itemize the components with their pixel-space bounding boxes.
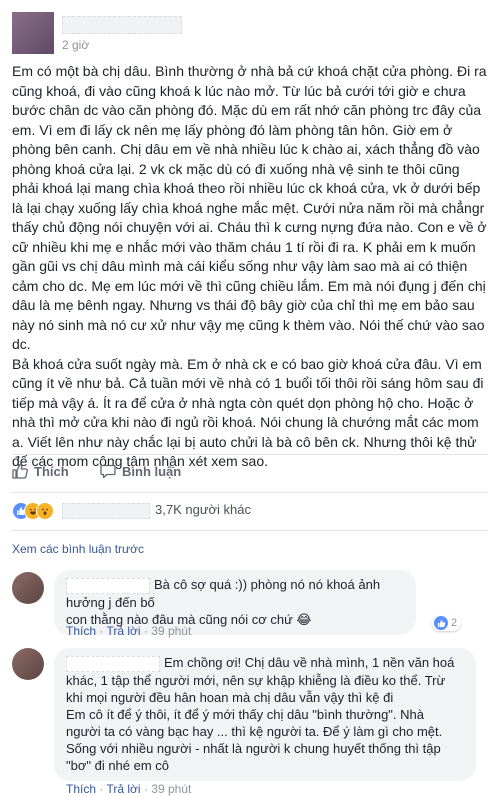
comment-line: khi mọi người đều hân hoan mà chị dâu vẫ… <box>66 689 394 705</box>
comment-timestamp[interactable]: 39 phút <box>151 782 191 796</box>
post-line: là lại chạy xuống lấy chìa khoá nghe mắc… <box>12 199 485 216</box>
comment-like-link[interactable]: Thích <box>66 782 96 796</box>
post-line: nhà thì mở cửa khi nào đi ngủ rồi khoá. … <box>12 414 479 430</box>
view-previous-comments-link[interactable]: Xem các bình luận trước <box>12 542 144 556</box>
post-line: a. Viết lên như này chắc lại bị auto chử… <box>12 433 477 450</box>
post-line: cữ nhiều khi mẹ e nhắc mới vào thăm cháu… <box>12 238 476 255</box>
divider <box>12 492 488 493</box>
comment-line: khác, 1 tập thể người mới, nên sự khập k… <box>66 672 446 688</box>
thumbs-up-icon <box>12 463 28 479</box>
comment-line: "bơ" đi nhé em cô <box>66 757 170 773</box>
post-line: này nó sinh mà nó cư xử như vậy mẹ cũng … <box>12 316 485 353</box>
comment-reply-link[interactable]: Trả lời <box>106 624 140 638</box>
comment-line: Em cô ít để ý thôi, ít để ý mới thấy chị… <box>66 706 424 722</box>
reactor-names-redacted <box>62 503 150 519</box>
comment-like-link[interactable]: Thích <box>66 624 96 638</box>
comment-line: Sống với nhiều người - nhất là người k c… <box>66 740 441 756</box>
post-line: cũng ít về như bả. Cả tuần mới về nhà có… <box>12 375 484 391</box>
like-button[interactable]: Thích <box>12 463 69 479</box>
post-header: 2 giờ <box>12 10 482 54</box>
comment-timestamp[interactable]: 39 phút <box>151 624 191 638</box>
comment-reply-link[interactable]: Trả lời <box>106 782 140 796</box>
post-line: dâu là mẹ bênh ngay. Nhưng vs thái độ bâ… <box>12 297 475 313</box>
author-avatar[interactable] <box>12 12 54 54</box>
comment-meta: Thích · Trả lời · 39 phút <box>66 624 191 638</box>
wow-reaction-icon <box>36 502 54 520</box>
comment: Bà cô sợ quá :)) phòng nó nó khoá ảnh hư… <box>12 570 488 640</box>
post-actions: Thích Bình luận <box>12 463 488 483</box>
reactions-summary[interactable]: 3,7K người khác <box>12 502 482 522</box>
comment-label: Bình luận <box>122 463 182 479</box>
post-timestamp[interactable]: 2 giờ <box>62 38 89 52</box>
post-line: gần gũi vs chị dâu mình mà cái kiểu sống… <box>12 258 468 274</box>
divider <box>12 530 488 531</box>
post-line: bước chân dc vào căn phòng đó. Mặc dù em… <box>12 102 482 118</box>
comment-reaction-count: 2 <box>451 617 458 629</box>
post-line: cảm cho dc. Mẹ em lúc mới về thì cũng ch… <box>12 277 486 294</box>
commenter-name-redacted[interactable] <box>66 655 160 672</box>
post-line: cũng khoá, đi vào cũng khoá k lúc nào mở… <box>12 82 466 99</box>
commenter-avatar[interactable] <box>12 572 44 604</box>
author-name-redacted[interactable] <box>62 16 182 34</box>
post-line: phòng khoá cửa lại. 2 vk ck mặc dù có đi… <box>12 160 460 177</box>
comment-button[interactable]: Bình luận <box>100 463 181 479</box>
post-line: phòng bên canh. Chị dâu em về nhà nhiều … <box>12 141 480 157</box>
like-label: Thích <box>34 463 69 479</box>
reaction-count: 3,7K người khác <box>155 502 252 517</box>
post-line: phải khoá lại mang chìa khoá theo rồi nh… <box>12 180 481 196</box>
commenter-name-redacted[interactable] <box>66 577 150 594</box>
comment-bubble: Em chồng ơi! Chị dâu về nhà mình, 1 nền … <box>54 648 476 781</box>
comment-text: Bà cô sợ quá :)) phòng nó nó khoá ảnh hư… <box>66 576 404 628</box>
post-line: em. Vì em đi lấy ck nên mẹ lấy phòng đó … <box>12 121 453 138</box>
comment-line: Em chồng ơi! Chị dâu về nhà mình, 1 nền … <box>164 655 455 670</box>
comment-reaction-badge[interactable]: 2 <box>432 615 462 631</box>
comment-line: người ta có vàng bạc hay ... thì kệ ngườ… <box>66 723 443 739</box>
like-reaction-icon <box>434 616 448 630</box>
post-line: Em có một bà chị dâu. Bình thường ở nhà … <box>12 63 487 79</box>
commenter-avatar[interactable] <box>12 648 44 680</box>
post-line: Bả khoá cửa suốt ngày mà. Em ở nhà ck e … <box>12 355 482 372</box>
comment: Em chồng ơi! Chị dâu về nhà mình, 1 nền … <box>12 648 488 796</box>
speech-bubble-icon <box>100 463 116 479</box>
post-line: thấy chủ động nói chuyện với ai. Cháu th… <box>12 219 487 235</box>
comment-meta: Thích · Trả lời · 39 phút <box>66 782 191 796</box>
divider <box>12 454 488 455</box>
post-body: Em có một bà chị dâu. Bình thường ở nhà … <box>12 62 488 472</box>
comment-text: Em chồng ơi! Chị dâu về nhà mình, 1 nền … <box>66 654 464 774</box>
post-line: tiếp mà vậy á. Ít ra để cửa ở nhà ngta c… <box>12 394 474 411</box>
